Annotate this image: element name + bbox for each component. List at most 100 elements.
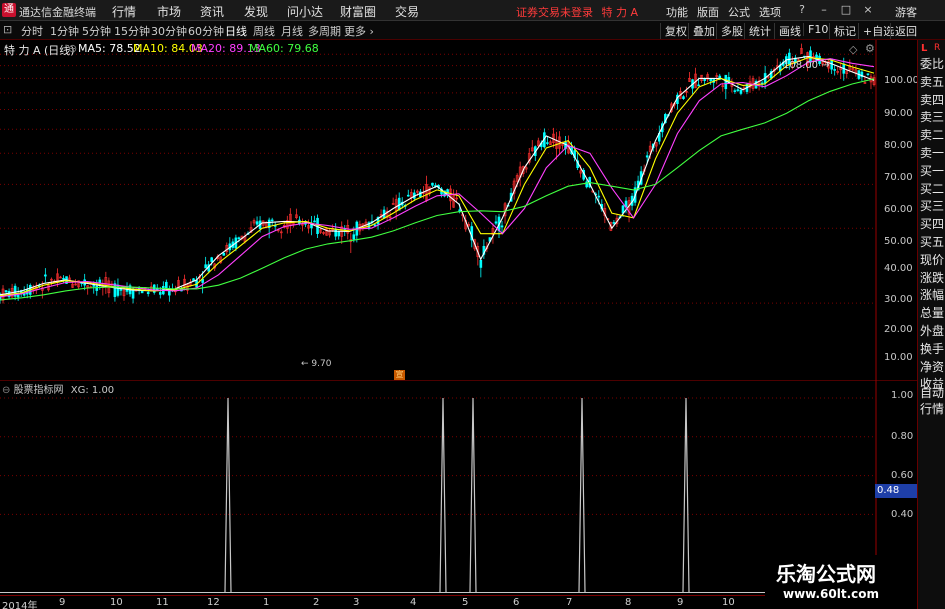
collapse-icon[interactable]: ⊖ xyxy=(2,385,14,396)
tab-period-1min[interactable]: 1分钟 xyxy=(50,23,79,39)
candle-body xyxy=(352,234,356,240)
panel-left-toggle[interactable]: L xyxy=(921,43,927,54)
price-tick: 20.00 xyxy=(884,324,913,335)
price-tick: 60.00 xyxy=(884,204,913,215)
menu-formula[interactable]: 公式 xyxy=(728,4,750,20)
tab-period-monthly[interactable]: 月线 xyxy=(281,23,303,39)
quote-field-label: 涨跌 xyxy=(920,270,945,285)
close-icon[interactable]: × xyxy=(860,2,876,18)
indicator-legend: ⊖ 股票指标网 XG: 1.00 xyxy=(2,381,114,396)
stock-period-label: 特 力 A (日线) xyxy=(4,44,75,57)
tab-period-5min[interactable]: 5分钟 xyxy=(82,23,111,39)
candle-body xyxy=(739,89,743,94)
login-notice[interactable]: 证券交易未登录 特 力 A xyxy=(516,4,638,20)
tab-period-15min[interactable]: 15分钟 xyxy=(114,23,150,39)
price-tick: 90.00 xyxy=(884,108,913,119)
help-icon[interactable]: ? xyxy=(794,2,810,18)
menu-function[interactable]: 功能 xyxy=(666,4,688,20)
tab-period-daily[interactable]: 日线 xyxy=(225,23,247,39)
price-chart[interactable] xyxy=(0,40,917,380)
login-notice-text: 证券交易未登录 xyxy=(516,6,593,19)
time-tick: 2 xyxy=(313,597,320,608)
candle-body xyxy=(92,285,96,287)
quote-field-label: 净资 xyxy=(920,359,945,374)
high-price-tag: 108.00 → xyxy=(783,60,830,71)
tab-period-30min[interactable]: 30分钟 xyxy=(151,23,187,39)
low-price-tag: ← 9.70 xyxy=(301,359,331,369)
time-tick: 8 xyxy=(625,597,632,608)
guest-user[interactable]: 游客 xyxy=(895,4,917,20)
time-tick: 7 xyxy=(566,597,573,608)
price-tick: 10.00 xyxy=(884,352,913,363)
nav-back-icon[interactable]: ⊡ xyxy=(3,23,12,36)
time-tick: 9 xyxy=(677,597,684,608)
candle-body xyxy=(597,195,601,198)
diamond-icon[interactable]: ◇ xyxy=(849,43,857,56)
candle-body xyxy=(222,252,226,256)
candle-body xyxy=(612,222,616,224)
btn-statistics[interactable]: 统计 xyxy=(744,23,771,39)
candle-body xyxy=(95,285,99,291)
candle-body xyxy=(494,221,498,224)
btn-adjust[interactable]: 复权 xyxy=(660,23,687,39)
maximize-icon[interactable]: □ xyxy=(838,2,854,18)
arrow-right-icon: → xyxy=(818,60,830,71)
menu-options[interactable]: 选项 xyxy=(759,4,781,20)
quote-field-label: 买二 xyxy=(920,181,945,196)
tab-period-weekly[interactable]: 周线 xyxy=(253,23,275,39)
time-tick: 1 xyxy=(263,597,270,608)
btn-multi-stock[interactable]: 多股 xyxy=(716,23,743,39)
watermark-title: 乐淘公式网 xyxy=(776,562,876,586)
quote-field-label: 涨幅 xyxy=(920,288,945,303)
indicator-tick: 0.80 xyxy=(891,431,914,442)
candle-body xyxy=(500,225,504,228)
chevron-right-icon: › xyxy=(366,25,374,38)
btn-draw-line[interactable]: 画线 xyxy=(774,23,801,39)
btn-f10[interactable]: F10 xyxy=(803,23,828,36)
menu-market-quotes[interactable]: 行情 xyxy=(112,3,136,20)
candle-body xyxy=(237,237,241,239)
menu-market[interactable]: 市场 xyxy=(157,3,181,20)
indicator-tick: 0.60 xyxy=(891,470,914,481)
candle-body xyxy=(724,74,728,90)
menu-wealth-circle[interactable]: 财富圈 xyxy=(340,3,376,20)
price-tick: 50.00 xyxy=(884,236,913,247)
tab-period-60min[interactable]: 60分钟 xyxy=(188,23,224,39)
collapse-icon[interactable]: ⊖ xyxy=(68,42,77,55)
menu-discover[interactable]: 发现 xyxy=(244,3,268,20)
menu-trade[interactable]: 交易 xyxy=(395,3,419,20)
time-tick: 9 xyxy=(59,597,66,608)
menu-ask-xiaoda[interactable]: 问小达 xyxy=(287,3,323,20)
menu-news[interactable]: 资讯 xyxy=(200,3,224,20)
quote-field-label: 卖二 xyxy=(920,128,945,143)
btn-mark[interactable]: 标记 xyxy=(829,23,856,39)
candle-body xyxy=(546,142,549,144)
quote-field-label: 外盘 xyxy=(920,324,945,338)
candle-body xyxy=(334,228,337,237)
low-price-value: 9.70 xyxy=(311,359,332,369)
tab-period-multi[interactable]: 多周期 xyxy=(308,23,341,39)
quote-field-label: 买三 xyxy=(920,199,945,214)
tab-period-intraday[interactable]: 分时 xyxy=(21,23,43,39)
event-marker[interactable]: 宣 xyxy=(394,370,405,380)
quotes-toggle[interactable]: 行情 xyxy=(920,402,945,416)
btn-return[interactable]: 返回 xyxy=(890,23,917,39)
high-price-value: 108.00 xyxy=(783,60,818,71)
menu-layout[interactable]: 版面 xyxy=(697,4,719,20)
btn-overlay[interactable]: 叠加 xyxy=(688,23,715,39)
candle-body xyxy=(697,84,700,87)
tab-period-more[interactable]: 更多 › xyxy=(344,23,374,39)
watermark-url: www.60lt.com xyxy=(783,587,880,601)
time-tick: 10 xyxy=(722,597,735,608)
minimize-icon[interactable]: – xyxy=(816,2,832,18)
candle-body xyxy=(270,219,274,222)
arrow-left-icon: ← xyxy=(301,359,312,369)
gear-icon[interactable]: ⚙ xyxy=(865,42,875,55)
indicator-name[interactable]: 股票指标网 xyxy=(14,385,64,396)
panel-right-toggle[interactable]: R xyxy=(934,43,940,53)
tab-period-more-label: 更多 xyxy=(344,25,366,38)
btn-add-watchlist[interactable]: +自选 xyxy=(858,23,894,39)
time-tick: 4 xyxy=(410,597,417,608)
auto-toggle[interactable]: 自动 xyxy=(920,386,945,400)
right-quote-panel: L R 委比 卖五 卖四 卖三 卖二 卖一 买一 买二 买三 买四 买五 现价 涨跌 涨幅 总量 外盘 换手 净资… xyxy=(917,40,945,609)
